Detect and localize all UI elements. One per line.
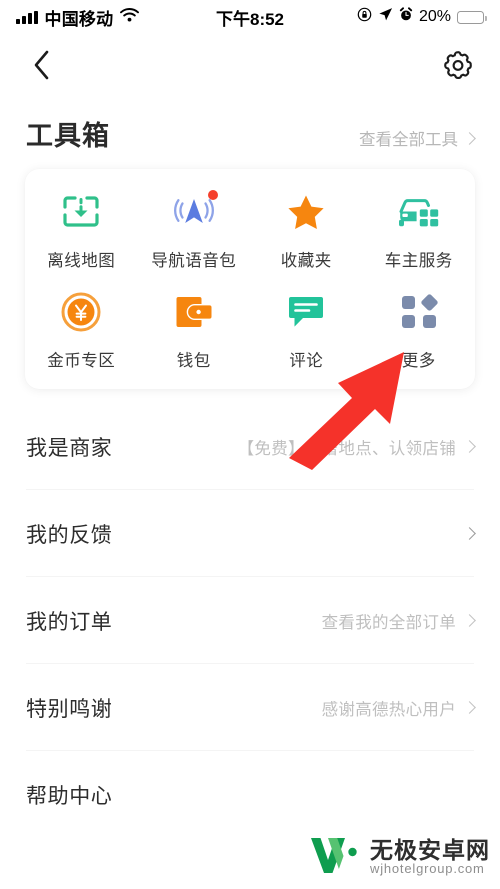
list-item-help-center[interactable]: 帮助中心 — [26, 751, 474, 838]
gear-icon — [443, 50, 473, 85]
tool-gold-coin[interactable]: 金币专区 — [25, 291, 138, 371]
watermark-name-cn: 无极安卓网 — [370, 836, 490, 863]
view-all-tools-label: 查看全部工具 — [359, 131, 458, 149]
tool-favorites[interactable]: 收藏夹 — [250, 191, 363, 271]
toolbox-row: 金币专区 钱包 评论 更多 — [25, 291, 475, 371]
back-button[interactable] — [22, 47, 62, 87]
comment-bubble-icon — [283, 291, 329, 333]
status-bar-right: 20% — [357, 7, 487, 27]
tool-label: 收藏夹 — [280, 252, 332, 270]
chevron-right-icon — [463, 701, 476, 714]
chevron-right-icon — [463, 131, 476, 145]
chevron-right-icon — [463, 527, 476, 540]
tool-car-service[interactable]: 车主服务 — [363, 191, 476, 271]
tool-more[interactable]: 更多 — [363, 291, 476, 371]
tool-label: 离线地图 — [47, 252, 116, 270]
page-title: 工具箱 — [26, 121, 110, 151]
watermark-text: 无极安卓网 wjhotelgroup.com — [370, 836, 490, 876]
toolbox-card: 离线地图 导航语音包 收藏夹 车主服务 金币专区 钱包 评论 更多 — [25, 169, 475, 389]
settings-list: 我是商家 【免费】新增地点、认领店铺 我的反馈 我的订单 查看我的全部订单 特别… — [0, 403, 500, 838]
list-item-title: 特别鸣谢 — [26, 697, 113, 721]
battery-percent-label: 20% — [418, 8, 451, 25]
wifi-icon — [120, 7, 140, 27]
settings-button[interactable] — [438, 47, 478, 87]
tool-comments[interactable]: 评论 — [250, 291, 363, 371]
wallet-icon — [171, 291, 217, 333]
car-service-icon — [396, 191, 442, 233]
list-item-right: 【免费】新增地点、认领店铺 — [237, 435, 476, 459]
signal-bars-icon — [16, 10, 38, 24]
more-grid-icon — [396, 291, 442, 333]
list-item-orders[interactable]: 我的订单 查看我的全部订单 — [26, 577, 476, 664]
status-bar: 中国移动 下午8:52 20% — [0, 0, 500, 34]
list-item-title: 帮助中心 — [26, 784, 113, 808]
back-chevron-icon — [32, 49, 52, 86]
list-item-subtitle: 感谢高德热心用户 — [321, 700, 456, 719]
notification-badge-dot — [207, 190, 218, 200]
tool-label: 钱包 — [176, 352, 211, 370]
tool-navigation-voice[interactable]: 导航语音包 — [138, 190, 251, 271]
gold-coin-icon — [58, 291, 104, 333]
w-logo-icon — [307, 832, 361, 881]
tool-offline-map[interactable]: 离线地图 — [25, 191, 138, 271]
navigation-voice-icon — [171, 190, 218, 233]
list-item-merchant[interactable]: 我是商家 【免费】新增地点、认领店铺 — [26, 403, 476, 490]
toolbox-header: 工具箱 查看全部工具 — [0, 100, 500, 153]
list-item-right: 查看我的全部订单 — [321, 609, 476, 633]
chevron-right-icon — [463, 614, 476, 627]
watermark-name-en: wjhotelgroup.com — [370, 860, 485, 876]
list-item-title: 我是商家 — [26, 436, 113, 460]
list-item-special-thanks[interactable]: 特别鸣谢 感谢高德热心用户 — [26, 664, 476, 751]
tool-label: 金币专区 — [47, 352, 116, 370]
app-screen: 中国移动 下午8:52 20% 工具箱 查看全部工具 离线地图 导航语音包 收藏… — [0, 0, 500, 889]
list-item-subtitle: 查看我的全部订单 — [321, 613, 456, 632]
list-item-title: 我的反馈 — [26, 523, 113, 547]
toolbox-row: 离线地图 导航语音包 收藏夹 车主服务 — [25, 190, 476, 271]
chevron-right-icon — [463, 440, 476, 453]
battery-icon — [457, 10, 487, 24]
view-all-tools-link[interactable]: 查看全部工具 — [359, 126, 476, 150]
rotation-lock-icon — [357, 7, 372, 27]
alarm-clock-icon — [399, 7, 413, 27]
tool-label: 车主服务 — [384, 252, 453, 270]
offline-map-download-icon — [58, 191, 104, 233]
list-item-feedback[interactable]: 我的反馈 — [26, 490, 476, 577]
list-item-title: 我的订单 — [26, 610, 113, 634]
list-item-right: 感谢高德热心用户 — [321, 696, 476, 720]
tool-label: 评论 — [289, 352, 324, 370]
list-item-subtitle: 【免费】新增地点、认领店铺 — [237, 439, 456, 458]
list-item-right — [456, 527, 476, 540]
watermark: 无极安卓网 wjhotelgroup.com — [307, 832, 490, 881]
carrier-label: 中国移动 — [44, 9, 114, 29]
tool-wallet[interactable]: 钱包 — [138, 291, 251, 371]
tool-label: 导航语音包 — [151, 252, 237, 270]
nav-bar — [0, 34, 500, 100]
star-icon — [283, 191, 329, 233]
location-arrow-icon — [378, 7, 393, 27]
tool-label: 更多 — [401, 352, 436, 370]
status-bar-left: 中国移动 — [16, 5, 140, 30]
